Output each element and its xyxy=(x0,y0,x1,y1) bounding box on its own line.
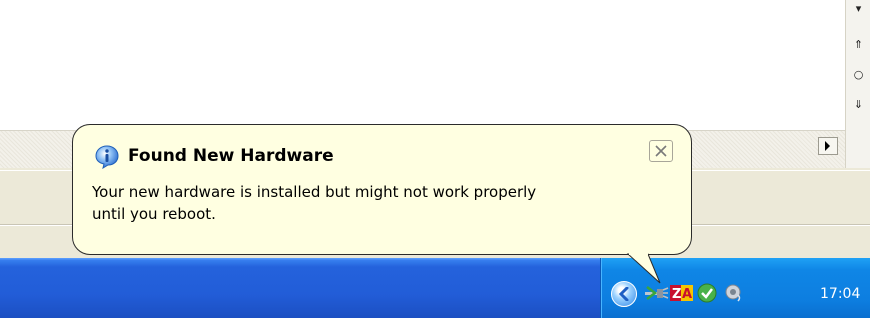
vertical-scrollbar[interactable]: ▾ ⇑ ○ ⇓ xyxy=(845,0,870,168)
previous-page-icon[interactable]: ⇑ xyxy=(850,36,867,54)
scroll-up-small-icon[interactable]: ▾ xyxy=(850,0,867,18)
clock[interactable]: 17:04 xyxy=(820,284,868,304)
balloon-message: Your new hardware is installed but might… xyxy=(92,181,677,225)
select-browse-object-icon[interactable]: ○ xyxy=(850,66,867,84)
info-icon xyxy=(95,145,119,169)
close-button[interactable] xyxy=(649,140,673,162)
show-hidden-icons-button[interactable] xyxy=(611,281,637,307)
safely-remove-hardware-icon[interactable] xyxy=(643,283,669,303)
chevron-left-icon xyxy=(618,287,629,301)
balloon-message-line: Your new hardware is installed but might… xyxy=(92,183,537,201)
next-page-icon[interactable]: ⇓ xyxy=(850,96,867,114)
zonealarm-icon[interactable]: Z A xyxy=(670,283,694,303)
scroll-right-button[interactable] xyxy=(818,137,838,155)
security-center-icon[interactable] xyxy=(697,283,717,303)
close-icon xyxy=(655,145,667,157)
speaker-icon[interactable] xyxy=(724,283,744,303)
balloon-title: Found New Hardware xyxy=(128,146,334,166)
svg-text:A: A xyxy=(682,287,692,302)
arrow-right-icon xyxy=(825,141,830,151)
svg-text:Z: Z xyxy=(672,287,681,302)
balloon-message-line: until you reboot. xyxy=(92,205,216,223)
